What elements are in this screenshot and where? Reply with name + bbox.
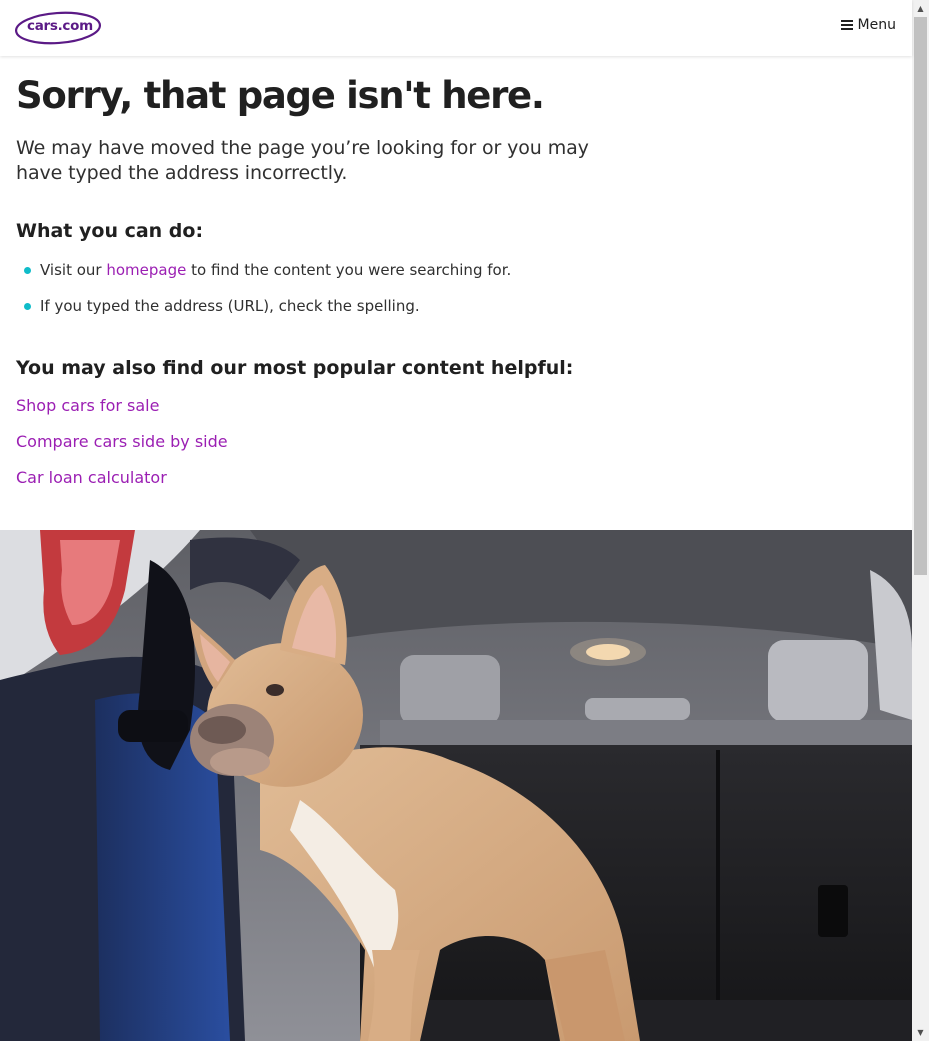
bullet-dot-icon [24, 303, 31, 310]
shop-cars-link[interactable]: Shop cars for sale [16, 394, 228, 430]
scroll-up-arrow-icon[interactable]: ▲ [912, 0, 929, 17]
hero-dog-in-car-image [0, 530, 912, 1041]
bullet-dot-icon [24, 267, 31, 274]
car-loan-calculator-link[interactable]: Car loan calculator [16, 466, 228, 502]
suggestions-list: Visit our homepage to find the content y… [16, 258, 616, 330]
scroll-down-arrow-icon[interactable]: ▼ [912, 1024, 929, 1041]
bullet-text-after: to find the content you were searching f… [186, 261, 512, 279]
menu-button[interactable]: Menu [840, 17, 896, 33]
lead-text: We may have moved the page you’re lookin… [16, 137, 589, 184]
popular-links: Shop cars for sale Compare cars side by … [16, 394, 228, 502]
popular-content-heading: You may also find our most popular conte… [16, 357, 574, 379]
hamburger-icon [840, 18, 853, 32]
compare-cars-link[interactable]: Compare cars side by side [16, 430, 228, 466]
menu-label: Menu [857, 17, 896, 33]
logo-text: cars.com [27, 18, 93, 34]
what-you-can-do-heading: What you can do: [16, 220, 204, 242]
scrollbar-thumb[interactable] [914, 17, 927, 575]
cars-com-logo[interactable]: cars.com [15, 10, 103, 46]
dog-in-trunk-illustration [0, 530, 912, 1041]
bullet-text: If you typed the address (URL), check th… [40, 297, 420, 315]
page-scrollbar[interactable]: ▲ ▼ [912, 0, 929, 1041]
homepage-link[interactable]: homepage [106, 261, 186, 279]
page-title: Sorry, that page isn't here. [16, 74, 545, 117]
error-content: Sorry, that page isn't here. We may have… [16, 72, 616, 487]
bullet-text-before: Visit our [40, 261, 107, 279]
list-item: Visit our homepage to find the content y… [16, 258, 616, 294]
list-item: If you typed the address (URL), check th… [16, 294, 616, 330]
site-header: cars.com Menu [0, 0, 912, 56]
